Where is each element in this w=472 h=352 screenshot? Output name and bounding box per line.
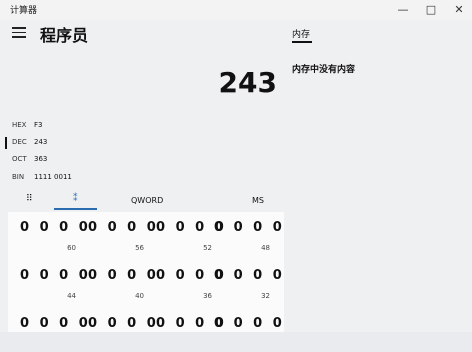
hamburger-icon[interactable] <box>12 27 26 38</box>
calculator-window: 计算器 — □ ✕ 程序员 243 内存 内存中没有内容 HEX F3 DEC … <box>0 0 472 332</box>
bit-group[interactable]: 0 0 0 0 36 <box>156 268 224 304</box>
bit-position-label: 44 <box>67 292 76 300</box>
bit-group-digits[interactable]: 0 0 0 0 <box>20 220 91 235</box>
title-bar[interactable]: 计算器 — □ ✕ <box>0 0 472 20</box>
bit-group[interactable]: 0 0 0 0 56 <box>88 220 156 256</box>
bit-group-digits[interactable]: 0 0 0 0 <box>88 268 159 283</box>
bit-group-digits[interactable]: 0 0 0 0 <box>214 316 285 331</box>
bit-group-digits[interactable]: 0 0 0 0 <box>214 268 285 283</box>
bit-position-label: 56 <box>135 244 144 252</box>
active-radix-indicator <box>5 137 7 149</box>
radix-label: BIN <box>12 173 25 181</box>
app-title: 计算器 <box>10 6 38 16</box>
bit-group[interactable]: 0 0 0 0 <box>20 316 88 352</box>
memory-tab-underline <box>292 41 312 43</box>
bit-group[interactable]: 0 0 0 0 48 <box>214 220 282 256</box>
bit-position-label: 48 <box>261 244 270 252</box>
bit-group-digits[interactable]: 0 0 0 0 <box>214 220 285 235</box>
memory-empty-message: 内存中没有内容 <box>292 65 356 75</box>
bit-position-label: 40 <box>135 292 144 300</box>
bit-group[interactable]: 0 0 0 0 <box>156 316 224 352</box>
bit-group[interactable]: 0 0 0 0 52 <box>156 220 224 256</box>
bit-group[interactable]: 0 0 0 0 40 <box>88 268 156 304</box>
bit-position-label: 36 <box>203 292 212 300</box>
radix-value: 363 <box>34 155 48 163</box>
close-button[interactable]: ✕ <box>442 0 472 20</box>
keypad-tab-row: ⠿ ⁑ QWORD MS <box>10 190 282 210</box>
tab-memory[interactable]: 内存 <box>292 27 310 40</box>
bit-toggle-icon[interactable]: ⁑ <box>73 194 78 204</box>
page-title: 程序员 <box>40 26 89 45</box>
radix-value: 243 <box>34 138 48 146</box>
bit-group-digits[interactable]: 0 0 0 0 <box>20 316 91 331</box>
keypad-icon[interactable]: ⠿ <box>26 194 33 204</box>
radix-value: F3 <box>34 121 43 129</box>
word-size-button[interactable]: QWORD <box>131 196 163 205</box>
bit-position-label: 32 <box>261 292 270 300</box>
radix-label: OCT <box>12 155 27 163</box>
bit-position-label: 60 <box>67 244 76 252</box>
radix-value: 1111 0011 <box>34 173 72 181</box>
bits-tab-underline <box>54 208 97 210</box>
bit-group-digits[interactable]: 0 0 0 0 <box>20 268 91 283</box>
bit-group[interactable]: 0 0 0 0 <box>88 316 156 352</box>
memory-store-button[interactable]: MS <box>252 196 264 205</box>
bit-group-digits[interactable]: 0 0 0 0 <box>88 316 159 331</box>
bit-group-digits[interactable]: 0 0 0 0 <box>88 220 159 235</box>
result-display: 243 <box>218 66 277 99</box>
bit-group[interactable]: 0 0 0 0 60 <box>20 220 88 256</box>
bit-group[interactable]: 0 0 0 0 <box>214 316 282 352</box>
bit-position-label: 52 <box>203 244 212 252</box>
bit-toggling-keypad: 0 0 0 0 60 0 0 0 0 56 0 0 0 0 52 0 0 0 0… <box>8 212 284 332</box>
bit-group[interactable]: 0 0 0 0 32 <box>214 268 282 304</box>
radix-label: HEX <box>12 121 27 129</box>
radix-label: DEC <box>12 138 27 146</box>
bit-group[interactable]: 0 0 0 0 44 <box>20 268 88 304</box>
